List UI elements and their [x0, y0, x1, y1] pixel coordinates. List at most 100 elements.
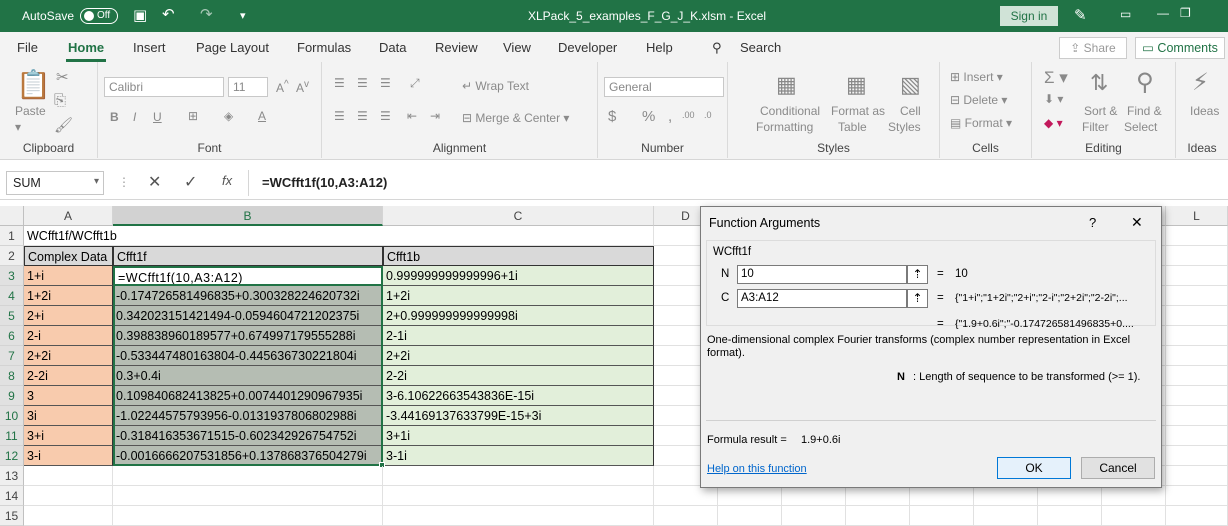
column-header-a[interactable]: A	[24, 206, 113, 226]
row-header-4[interactable]: 4	[0, 286, 24, 306]
decrease-decimal-icon[interactable]: .0	[704, 110, 712, 120]
find-select-sub[interactable]: Select	[1124, 120, 1157, 134]
orientation-icon[interactable]: ⤢	[410, 76, 420, 91]
conditional-formatting-sub[interactable]: Formatting	[756, 120, 813, 134]
cell[interactable]	[24, 486, 113, 506]
sort-filter-button[interactable]: Sort &	[1084, 104, 1117, 118]
cell[interactable]	[718, 506, 782, 526]
cell[interactable]	[1166, 246, 1228, 266]
row-header-15[interactable]: 15	[0, 506, 24, 526]
row-header-12[interactable]: 12	[0, 446, 24, 466]
cell[interactable]	[113, 466, 383, 486]
c-collapse-icon[interactable]: ⇡	[907, 289, 928, 308]
cell-styles-sub[interactable]: Styles	[888, 120, 921, 134]
restore-icon[interactable]: ❐	[1180, 6, 1191, 20]
font-size-select[interactable]: 11	[228, 77, 268, 97]
cell[interactable]	[974, 506, 1038, 526]
cell[interactable]	[1166, 426, 1228, 446]
row-header-14[interactable]: 14	[0, 486, 24, 506]
cell[interactable]	[1166, 506, 1228, 526]
data-cell-a[interactable]: 2+2i	[24, 346, 113, 366]
data-cell-a[interactable]: 3	[24, 386, 113, 406]
column-header-l[interactable]: L	[1166, 206, 1228, 226]
font-name-select[interactable]: Calibri	[104, 77, 224, 97]
data-cell-a[interactable]: 1+2i	[24, 286, 113, 306]
quick-access-dropdown-icon[interactable]: ▾	[240, 9, 246, 22]
undo-icon[interactable]: ↶	[162, 5, 175, 23]
tab-insert[interactable]: Insert	[133, 40, 166, 55]
ideas-button[interactable]: Ideas	[1190, 104, 1219, 118]
bottom-align-icon[interactable]: ☰	[380, 76, 391, 90]
top-align-icon[interactable]: ☰	[334, 76, 345, 90]
cell[interactable]	[24, 466, 113, 486]
tab-home[interactable]: Home	[68, 40, 104, 55]
ribbon-display-icon[interactable]: ▭	[1120, 7, 1131, 21]
align-left-icon[interactable]: ☰	[334, 109, 345, 123]
cell[interactable]	[1166, 286, 1228, 306]
search-icon[interactable]: ⚲	[712, 40, 722, 56]
pen-icon[interactable]: ✎	[1074, 6, 1087, 24]
row-header-6[interactable]: 6	[0, 326, 24, 346]
format-cells-button[interactable]: ▤ Format ▾	[950, 116, 1012, 130]
header-cell-3[interactable]: Cfft1b	[383, 246, 654, 266]
sort-filter-icon[interactable]: ⇅	[1090, 70, 1108, 96]
cell-styles-button[interactable]: Cell	[900, 104, 921, 118]
help-icon[interactable]: ?	[1089, 215, 1096, 230]
cell-c1[interactable]	[383, 226, 654, 246]
tab-page-layout[interactable]: Page Layout	[196, 40, 269, 55]
fill-icon[interactable]: ⬇ ▾	[1044, 92, 1063, 106]
redo-icon[interactable]: ↷	[200, 5, 213, 23]
data-cell-c[interactable]: 3-6.10622663543836E-15i	[383, 386, 654, 406]
conditional-formatting-icon[interactable]: ▦	[776, 72, 797, 98]
data-cell-c[interactable]: 3+1i	[383, 426, 654, 446]
data-cell-a[interactable]: 2+i	[24, 306, 113, 326]
cell[interactable]	[1102, 506, 1166, 526]
comma-icon[interactable]: ,	[668, 108, 672, 125]
help-link[interactable]: Help on this function	[707, 463, 807, 475]
sort-filter-sub[interactable]: Filter	[1082, 120, 1109, 134]
font-color-icon[interactable]: A	[258, 109, 266, 123]
cell[interactable]	[782, 486, 846, 506]
row-header-2[interactable]: 2	[0, 246, 24, 266]
ideas-icon[interactable]: ⚡	[1192, 68, 1209, 97]
row-header-7[interactable]: 7	[0, 346, 24, 366]
data-cell-c[interactable]: 2-1i	[383, 326, 654, 346]
row-header-13[interactable]: 13	[0, 466, 24, 486]
tab-review[interactable]: Review	[435, 40, 478, 55]
wrap-text-button[interactable]: ↵ Wrap Text	[462, 79, 529, 93]
data-cell-c[interactable]: 0.999999999999996+1i	[383, 266, 654, 286]
find-select-icon[interactable]: ⚲	[1136, 68, 1154, 97]
cell[interactable]	[1166, 406, 1228, 426]
tab-formulas[interactable]: Formulas	[297, 40, 351, 55]
cancel-icon[interactable]: ✕	[148, 172, 161, 192]
decrease-font-icon[interactable]: Av	[296, 79, 309, 95]
row-header-11[interactable]: 11	[0, 426, 24, 446]
header-cell-1[interactable]: Complex Data	[24, 246, 113, 266]
cell[interactable]	[1166, 306, 1228, 326]
ok-button[interactable]: OK	[997, 457, 1071, 479]
formula-input[interactable]: =WCfft1f(10,A3:A12)	[262, 175, 387, 190]
increase-decimal-icon[interactable]: .00	[682, 110, 695, 120]
align-center-icon[interactable]: ☰	[357, 109, 368, 123]
enter-icon[interactable]: ✓	[184, 172, 197, 192]
cell[interactable]	[1166, 266, 1228, 286]
cell[interactable]	[654, 506, 718, 526]
cell[interactable]	[113, 486, 383, 506]
fill-color-icon[interactable]: ◈	[224, 109, 233, 123]
conditional-formatting-button[interactable]: Conditional	[760, 104, 820, 118]
tab-developer[interactable]: Developer	[558, 40, 617, 55]
currency-icon[interactable]: $	[608, 108, 616, 125]
cell[interactable]	[1166, 326, 1228, 346]
paste-icon[interactable]: 📋	[16, 68, 51, 101]
format-as-table-icon[interactable]: ▦	[846, 72, 867, 98]
cut-icon[interactable]: ✂	[56, 68, 69, 86]
row-header-3[interactable]: 3	[0, 266, 24, 286]
cell[interactable]	[974, 486, 1038, 506]
clear-icon[interactable]: ◆ ▾	[1044, 116, 1063, 130]
close-icon[interactable]: ✕	[1131, 214, 1143, 231]
tab-view[interactable]: View	[503, 40, 531, 55]
data-cell-b[interactable]: -0.533447480163804-0.445636730221804i	[113, 346, 383, 366]
delete-cells-button[interactable]: ⊟ Delete ▾	[950, 93, 1007, 107]
data-cell-b[interactable]: -0.174726581496835+0.300328224620732i	[113, 286, 383, 306]
row-header-9[interactable]: 9	[0, 386, 24, 406]
